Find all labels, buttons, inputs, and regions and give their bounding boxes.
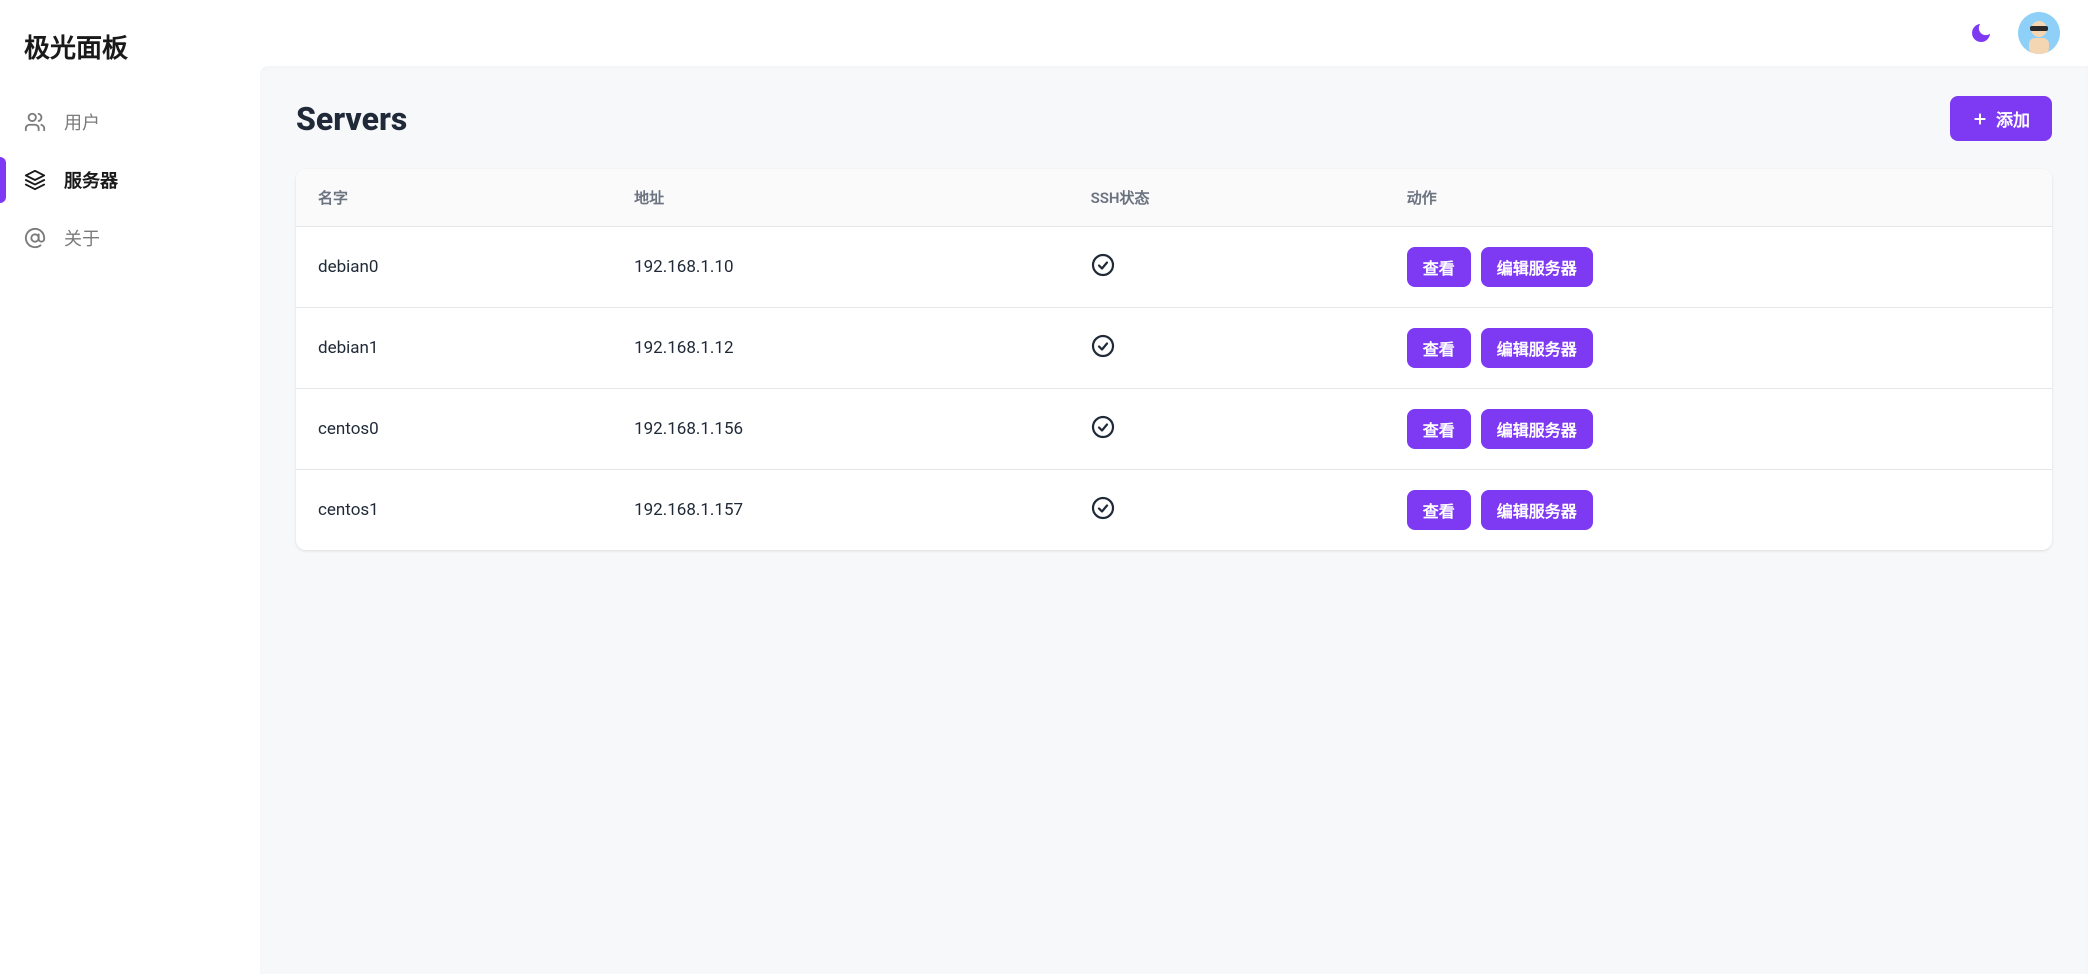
column-header-address: 地址 xyxy=(612,169,1069,227)
edit-server-button[interactable]: 编辑服务器 xyxy=(1481,409,1593,449)
layers-icon xyxy=(24,169,46,191)
edit-server-button[interactable]: 编辑服务器 xyxy=(1481,490,1593,530)
topbar xyxy=(260,0,2088,66)
servers-table-card: 名字 地址 SSH状态 动作 debian0192.168.1.10查看编辑服务… xyxy=(296,169,2052,550)
cell-ssh-status xyxy=(1069,227,1385,308)
view-button[interactable]: 查看 xyxy=(1407,490,1471,530)
plus-icon xyxy=(1972,111,1988,127)
table-row: centos0192.168.1.156 查看编辑服务器 xyxy=(296,389,2052,470)
cell-address: 192.168.1.156 xyxy=(612,389,1069,470)
brand-title: 极光面板 xyxy=(0,18,260,93)
cell-actions: 查看编辑服务器 xyxy=(1385,470,2052,551)
theme-toggle-button[interactable] xyxy=(1968,20,1994,46)
cell-ssh-status xyxy=(1069,470,1385,551)
check-circle-icon xyxy=(1091,424,1115,444)
table-row: debian0192.168.1.10 查看编辑服务器 xyxy=(296,227,2052,308)
column-header-ssh-status: SSH状态 xyxy=(1069,169,1385,227)
sidebar-item-servers[interactable]: 服务器 xyxy=(0,151,260,209)
sidebar-item-users[interactable]: 用户 xyxy=(0,93,260,151)
table-row: centos1192.168.1.157 查看编辑服务器 xyxy=(296,470,2052,551)
cell-address: 192.168.1.157 xyxy=(612,470,1069,551)
cell-ssh-status xyxy=(1069,308,1385,389)
cell-actions: 查看编辑服务器 xyxy=(1385,389,2052,470)
action-buttons: 查看编辑服务器 xyxy=(1407,328,2030,368)
cell-name: debian0 xyxy=(296,227,612,308)
view-button[interactable]: 查看 xyxy=(1407,409,1471,449)
avatar-button[interactable] xyxy=(2018,12,2060,54)
users-icon xyxy=(24,111,46,133)
sidebar-item-label: 关于 xyxy=(64,225,100,251)
check-circle-icon xyxy=(1091,343,1115,363)
edit-server-button[interactable]: 编辑服务器 xyxy=(1481,328,1593,368)
moon-icon xyxy=(1969,21,1993,45)
cell-name: centos1 xyxy=(296,470,612,551)
action-buttons: 查看编辑服务器 xyxy=(1407,247,2030,287)
add-button-label: 添加 xyxy=(1996,106,2030,131)
sidebar: 极光面板 用户 xyxy=(0,0,260,974)
page-header: Servers 添加 xyxy=(296,96,2052,141)
at-sign-icon xyxy=(24,227,46,249)
avatar-icon xyxy=(2018,12,2060,54)
cell-address: 192.168.1.10 xyxy=(612,227,1069,308)
content-area: Servers 添加 名字 地址 SSH状态 xyxy=(260,66,2088,974)
view-button[interactable]: 查看 xyxy=(1407,247,1471,287)
table-header-row: 名字 地址 SSH状态 动作 xyxy=(296,169,2052,227)
action-buttons: 查看编辑服务器 xyxy=(1407,409,2030,449)
cell-address: 192.168.1.12 xyxy=(612,308,1069,389)
cell-name: debian1 xyxy=(296,308,612,389)
add-button[interactable]: 添加 xyxy=(1950,96,2052,141)
column-header-actions: 动作 xyxy=(1385,169,2052,227)
cell-ssh-status xyxy=(1069,389,1385,470)
nav: 用户 服务器 关于 xyxy=(0,93,260,267)
sidebar-item-label: 用户 xyxy=(64,109,100,135)
check-circle-icon xyxy=(1091,505,1115,525)
servers-table: 名字 地址 SSH状态 动作 debian0192.168.1.10查看编辑服务… xyxy=(296,169,2052,550)
table-row: debian1192.168.1.12 查看编辑服务器 xyxy=(296,308,2052,389)
column-header-name: 名字 xyxy=(296,169,612,227)
check-circle-icon xyxy=(1091,262,1115,282)
page-title: Servers xyxy=(296,100,407,138)
sidebar-item-label: 服务器 xyxy=(64,167,118,193)
edit-server-button[interactable]: 编辑服务器 xyxy=(1481,247,1593,287)
sidebar-item-about[interactable]: 关于 xyxy=(0,209,260,267)
cell-actions: 查看编辑服务器 xyxy=(1385,308,2052,389)
action-buttons: 查看编辑服务器 xyxy=(1407,490,2030,530)
cell-actions: 查看编辑服务器 xyxy=(1385,227,2052,308)
cell-name: centos0 xyxy=(296,389,612,470)
view-button[interactable]: 查看 xyxy=(1407,328,1471,368)
